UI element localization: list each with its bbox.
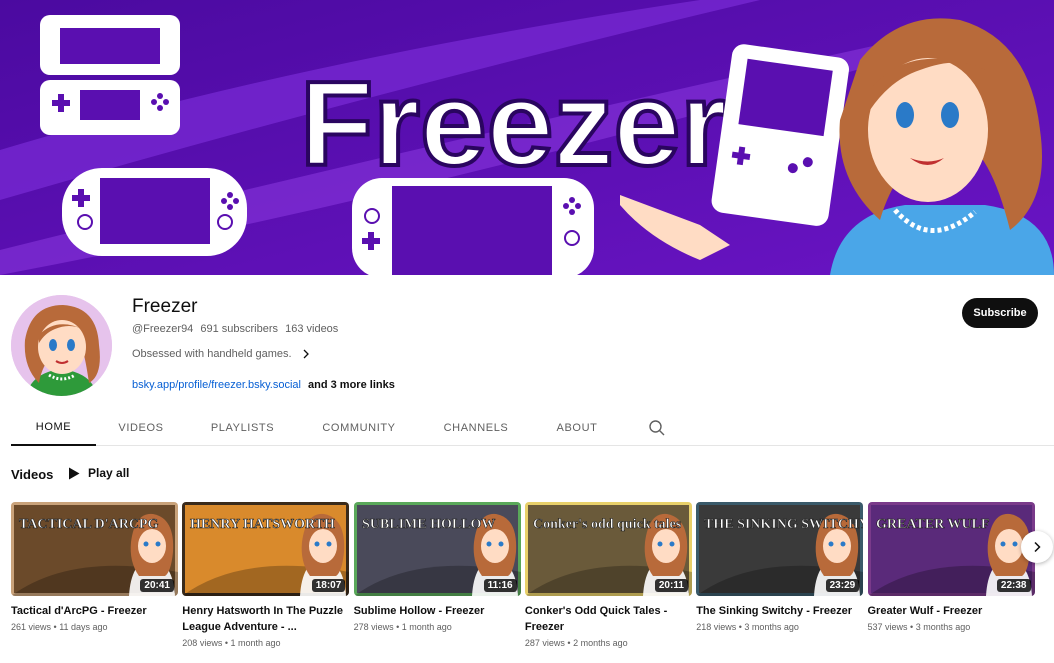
channel-description-text: Obsessed with handheld games. — [132, 348, 292, 360]
video-meta: 218 views • 3 months ago — [696, 622, 863, 632]
video-card[interactable]: Conker's odd quick tales 20:11 Conker's Od… — [524, 502, 692, 648]
video-age: 3 months ago — [744, 622, 799, 632]
subscriber-count: 691 subscribers — [200, 323, 279, 335]
channel-avatar[interactable] — [11, 295, 112, 396]
channel-tabs: HOME VIDEOS PLAYLISTS COMMUNITY CHANNELS… — [11, 410, 1054, 446]
video-views: 278 views — [353, 622, 394, 632]
thumbnail-title: Conker's odd quick tales — [533, 517, 682, 532]
meta-separator: • — [51, 622, 60, 632]
video-thumbnail[interactable]: GREATER WULF 22:38 — [867, 502, 1035, 596]
thumbnail-title: THE SINKING SWITCHY — [704, 517, 863, 532]
tab-home[interactable]: HOME — [11, 410, 96, 446]
search-icon[interactable] — [648, 419, 666, 437]
thumbnail-title: HENRY HATSWORTH — [190, 517, 335, 532]
video-age: 1 month ago — [230, 638, 281, 648]
banner-art: Freezer — [0, 0, 1054, 275]
video-title[interactable]: Conker's Odd Quick Tales - Freezer — [525, 603, 692, 635]
video-age: 1 month ago — [401, 622, 452, 632]
video-title[interactable]: Sublime Hollow - Freezer — [354, 603, 521, 619]
video-duration: 18:07 — [311, 579, 346, 592]
video-card[interactable]: GREATER WULF 22:38 Greater Wulf - Freezer 5… — [867, 502, 1035, 632]
video-views: 208 views — [182, 638, 223, 648]
more-links[interactable]: and 3 more links — [308, 379, 395, 391]
switch-console-art — [352, 178, 594, 275]
thumbnail-title: GREATER WULF — [876, 517, 989, 532]
video-thumbnail[interactable]: Conker's odd quick tales 20:11 — [524, 502, 692, 596]
chevron-right-icon — [1034, 541, 1041, 553]
video-meta: 278 views • 1 month ago — [354, 622, 521, 632]
banner-title: Freezer — [300, 57, 727, 191]
thumbnail-title: SUBLIME HOLLOW — [362, 517, 495, 532]
chevron-right-icon — [303, 349, 309, 359]
video-title[interactable]: Tactical d'ArcPG - Freezer — [11, 603, 178, 619]
video-meta: 287 views • 2 months ago — [525, 638, 692, 648]
channel-links: bsky.app/profile/freezer.bsky.social and… — [132, 379, 395, 391]
channel-description[interactable]: Obsessed with handheld games. — [132, 348, 312, 360]
subscribe-button[interactable]: Subscribe — [962, 298, 1038, 328]
video-thumbnail[interactable]: THE SINKING SWITCHY 23:29 — [696, 502, 864, 596]
video-title[interactable]: Greater Wulf - Freezer — [868, 603, 1035, 619]
video-duration: 22:38 — [996, 579, 1031, 592]
video-views: 287 views — [524, 638, 565, 648]
channel-handle: @Freezer94 — [132, 323, 194, 335]
video-duration: 23:29 — [825, 579, 860, 592]
video-duration: 20:11 — [654, 579, 688, 592]
channel-name: Freezer — [132, 296, 198, 317]
tab-community[interactable]: COMMUNITY — [299, 410, 419, 446]
video-meta: 208 views • 1 month ago — [182, 638, 349, 648]
video-card[interactable]: THE SINKING SWITCHY 23:29 The Sinking Swit… — [696, 502, 864, 632]
section-title: Videos — [11, 467, 54, 482]
video-age: 11 days ago — [59, 622, 108, 632]
channel-meta: @Freezer94 691 subscribers 163 videos — [132, 323, 338, 335]
video-card[interactable]: SUBLIME HOLLOW 11:16 Sublime Hollow - Free… — [353, 502, 521, 632]
video-title[interactable]: Henry Hatsworth In The Puzzle League Adv… — [182, 603, 349, 635]
video-meta: 261 views • 11 days ago — [11, 622, 178, 632]
gameboy-console-art — [711, 44, 849, 226]
video-thumbnail[interactable]: SUBLIME HOLLOW 11:16 — [353, 502, 521, 596]
channel-banner: Freezer — [0, 0, 1054, 275]
play-all-label: Play all — [88, 466, 130, 480]
meta-separator: • — [564, 638, 574, 648]
avatar-art — [11, 295, 112, 396]
video-thumbnail[interactable]: HENRY HATSWORTH 18:07 — [182, 502, 350, 596]
video-views: 218 views — [696, 622, 737, 632]
video-views: 261 views — [11, 622, 52, 632]
video-meta: 537 views • 3 months ago — [868, 622, 1035, 632]
tab-videos[interactable]: VIDEOS — [96, 410, 186, 446]
video-age: 2 months ago — [573, 638, 628, 648]
video-age: 3 months ago — [915, 622, 971, 632]
video-duration: 20:41 — [140, 579, 174, 592]
play-all-button[interactable]: Play all — [68, 466, 129, 480]
tab-playlists[interactable]: PLAYLISTS — [186, 410, 299, 446]
tab-channels[interactable]: CHANNELS — [419, 410, 533, 446]
video-count: 163 videos — [285, 323, 339, 335]
video-thumbnail[interactable]: TACTICAL D'ARCPG 20:41 — [11, 502, 178, 596]
ds-console-art — [40, 15, 180, 135]
vita-console-art — [62, 168, 247, 256]
video-duration: 11:16 — [483, 579, 517, 592]
play-icon — [69, 467, 80, 479]
video-title[interactable]: The Sinking Switchy - Freezer — [696, 603, 863, 619]
video-card[interactable]: TACTICAL D'ARCPG 20:41 Tactical d'ArcPG - … — [11, 502, 178, 632]
meta-separator: • — [393, 622, 402, 632]
tab-about[interactable]: ABOUT — [533, 410, 621, 446]
meta-separator: • — [907, 622, 916, 632]
video-views: 537 views — [867, 622, 908, 632]
channel-link[interactable]: bsky.app/profile/freezer.bsky.social — [132, 379, 301, 391]
shelf-next-button[interactable] — [1021, 531, 1053, 563]
video-card[interactable]: HENRY HATSWORTH 18:07 Henry Hatsworth In T… — [182, 502, 350, 648]
thumbnail-title: TACTICAL D'ARCPG — [19, 517, 158, 532]
